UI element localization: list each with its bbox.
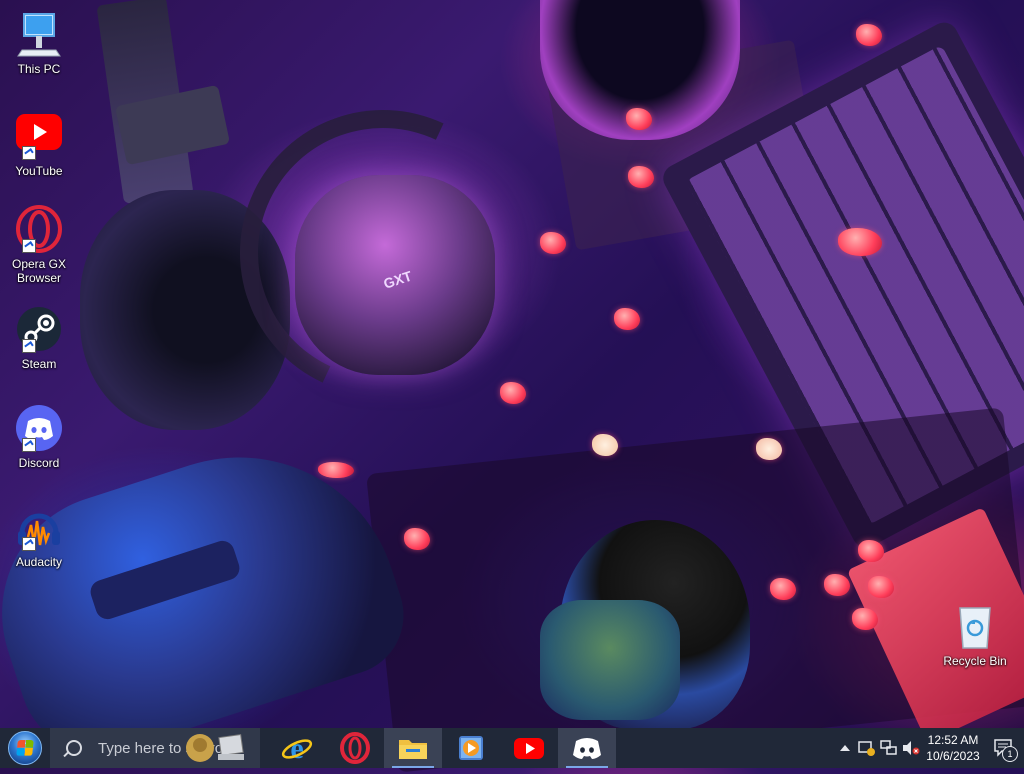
internet-explorer-icon: e	[281, 732, 313, 764]
wallpaper-candy	[856, 24, 882, 46]
wallpaper-candy	[858, 540, 884, 562]
taskbar-file-explorer[interactable]	[384, 728, 442, 768]
wallpaper-candy	[614, 308, 640, 330]
steam-icon	[14, 305, 64, 355]
wallpaper-candy	[540, 232, 566, 254]
wallpaper-candy	[868, 576, 894, 598]
wallpaper-candy	[404, 528, 430, 550]
headset-logo: GXT	[381, 267, 414, 291]
desktop-icon-discord[interactable]: Discord	[4, 404, 74, 470]
desktop-icon-label: Opera GX Browser	[11, 257, 67, 285]
youtube-icon	[514, 738, 544, 759]
wallpaper-candy	[756, 438, 782, 460]
desktop-icon-label: Recycle Bin	[943, 654, 1007, 668]
discord-icon	[14, 404, 64, 454]
opera-gx-icon	[14, 205, 64, 255]
windows-logo-icon	[8, 731, 42, 765]
taskbar: Type here to search e 12:52 AM 10/6/2023…	[0, 728, 1024, 768]
wallpaper-candy	[770, 578, 796, 600]
audacity-icon	[14, 503, 64, 553]
clock-time: 12:52 AM	[927, 733, 979, 747]
desktop-icon-audacity[interactable]: Audacity	[4, 503, 74, 569]
wallpaper-figure-body	[540, 600, 680, 720]
taskbar-internet-explorer[interactable]: e	[268, 728, 326, 768]
action-center-button[interactable]: 1	[984, 728, 1024, 768]
opera-icon	[340, 732, 370, 764]
this-pc-icon	[14, 10, 64, 60]
wallpaper-candy	[318, 462, 354, 478]
wallpaper-candy	[852, 608, 878, 630]
desktop-icon-this-pc[interactable]: This PC	[4, 10, 74, 76]
wallpaper-candy	[500, 382, 526, 404]
shortcut-arrow-icon	[22, 339, 36, 353]
wallpaper-candy	[626, 108, 652, 130]
desktop-icon-label: This PC	[17, 62, 61, 76]
wallpaper-candy	[628, 166, 654, 188]
desktop-icon-label: YouTube	[15, 164, 63, 178]
taskbar-clock[interactable]: 12:52 AM 10/6/2023	[922, 732, 984, 764]
taskbar-discord[interactable]	[558, 728, 616, 768]
media-player-icon	[459, 736, 483, 760]
wallpaper-candy	[592, 434, 618, 456]
clock-date: 10/6/2023	[926, 749, 980, 763]
desktop-icon-recycle-bin[interactable]: Recycle Bin	[940, 602, 1010, 668]
youtube-icon	[14, 112, 64, 162]
volume-muted-icon[interactable]	[900, 728, 922, 768]
notification-count-badge: 1	[1002, 746, 1018, 762]
shortcut-arrow-icon	[22, 239, 36, 253]
network-icon[interactable]	[878, 728, 900, 768]
show-hidden-icons-chevron-icon[interactable]	[834, 728, 856, 768]
system-tray: 12:52 AM 10/6/2023 1	[834, 728, 1024, 768]
desktop-icon-label: Steam	[21, 357, 57, 371]
wallpaper-candy	[824, 574, 850, 596]
desktop-icon-label: Discord	[18, 456, 60, 470]
desktop-icon-steam[interactable]: Steam	[4, 305, 74, 371]
shortcut-arrow-icon	[22, 438, 36, 452]
wallpaper-headset-cup: GXT	[295, 175, 495, 375]
desktop-icon-youtube[interactable]: YouTube	[4, 112, 74, 178]
taskbar-youtube[interactable]	[500, 728, 558, 768]
shortcut-arrow-icon	[22, 537, 36, 551]
svg-text:e: e	[290, 732, 303, 764]
discord-icon	[573, 738, 601, 759]
search-box[interactable]: Type here to search	[50, 728, 260, 768]
svg-text:GXT: GXT	[381, 267, 414, 291]
search-icon	[66, 740, 82, 756]
security-center-icon[interactable]	[856, 728, 878, 768]
desktop-icon-opera-gx[interactable]: Opera GX Browser	[4, 205, 74, 285]
recycle-bin-icon	[950, 602, 1000, 652]
start-button[interactable]	[0, 728, 50, 768]
taskbar-opera[interactable]	[326, 728, 384, 768]
taskbar-media-player[interactable]	[442, 728, 500, 768]
shortcut-arrow-icon	[22, 146, 36, 160]
file-explorer-icon	[399, 740, 427, 759]
wallpaper-candy	[838, 228, 882, 256]
search-highlight-icon	[186, 733, 244, 762]
desktop-icon-label: Audacity	[15, 555, 63, 569]
